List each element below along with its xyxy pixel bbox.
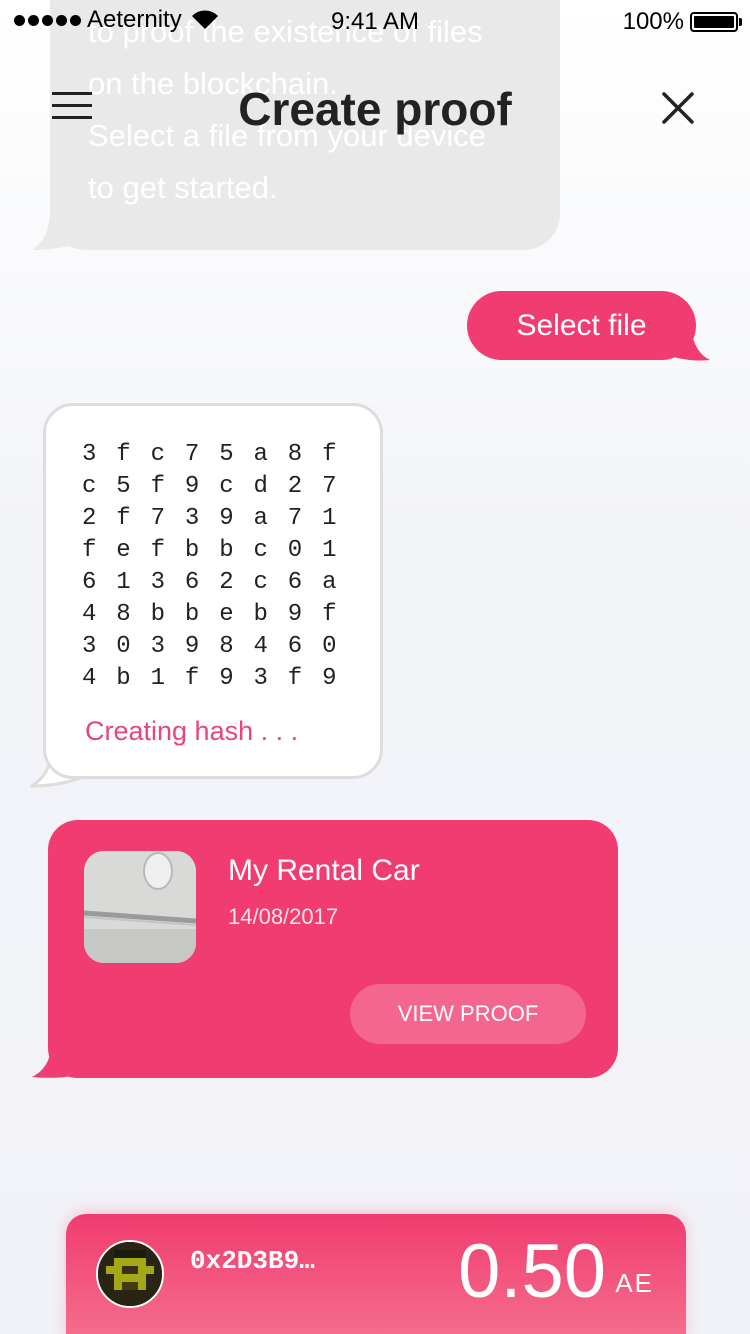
hash-char: 9: [219, 665, 234, 692]
hash-char: 4: [82, 665, 97, 692]
hash-char: b: [184, 601, 200, 628]
hash-char: 7: [322, 473, 337, 500]
intro-line-4: to get started.: [88, 170, 278, 205]
page-title: Create proof: [238, 83, 512, 135]
hash-char: a: [253, 441, 268, 468]
hash-char: 1: [322, 505, 337, 532]
hash-message-bubble: 3fc75a8fc5f9cd272f739a71fefbbc0161362c6a…: [43, 403, 383, 779]
hash-char: f: [116, 505, 131, 532]
hash-char: 4: [253, 633, 268, 660]
proof-card[interactable]: My Rental Car 14/08/2017 VIEW PROOF: [48, 820, 618, 1078]
view-proof-button[interactable]: VIEW PROOF: [350, 984, 586, 1044]
hash-char: 3: [82, 441, 97, 468]
close-icon[interactable]: [660, 90, 696, 126]
intro-bubble-tail: [32, 210, 92, 250]
hash-char: b: [219, 537, 234, 564]
hash-char: 7: [150, 505, 165, 532]
hash-char: 8: [287, 441, 303, 468]
hash-char: 2: [219, 569, 234, 596]
hash-char: 6: [82, 569, 97, 596]
hash-char: f: [82, 537, 97, 564]
battery-icon: [690, 12, 742, 32]
battery-percent: 100%: [622, 8, 684, 35]
hash-char: f: [322, 601, 337, 628]
hash-char: f: [150, 537, 165, 564]
hash-char: 0: [287, 537, 303, 564]
hash-char: f: [116, 441, 131, 468]
wallet-balance: 0.50: [458, 1229, 606, 1314]
hash-char: a: [322, 569, 337, 596]
hash-char: f: [322, 441, 337, 468]
hash-char: 1: [116, 569, 131, 596]
hash-char: c: [150, 441, 165, 468]
proof-thumbnail-image: [84, 851, 196, 963]
hash-char: 0: [322, 633, 337, 660]
status-bar: Aeternity 9:41 AM 100%: [0, 0, 750, 40]
hash-char: b: [184, 537, 200, 564]
hash-char: 6: [287, 569, 303, 596]
hash-char: 8: [116, 601, 131, 628]
hash-char: b: [253, 601, 268, 628]
hash-char: f: [150, 473, 165, 500]
hash-char: 3: [253, 665, 268, 692]
select-file-button[interactable]: Select file: [467, 291, 696, 360]
hash-grid: 3fc75a8fc5f9cd272f739a71fefbbc0161362c6a…: [82, 439, 356, 695]
hash-char: a: [253, 505, 268, 532]
hash-char: 5: [219, 441, 234, 468]
wallet-address: 0x2D3B9…: [190, 1246, 315, 1276]
hash-char: 3: [150, 569, 165, 596]
proof-date: 14/08/2017: [228, 904, 339, 929]
hash-char: e: [219, 601, 234, 628]
hash-char: 7: [184, 441, 200, 468]
hash-char: 3: [82, 633, 97, 660]
hash-char: 2: [82, 505, 97, 532]
hash-char: e: [116, 537, 131, 564]
hash-char: 4: [82, 601, 97, 628]
hash-char: 0: [116, 633, 131, 660]
hash-char: 2: [287, 473, 303, 500]
hash-char: 1: [322, 537, 337, 564]
hash-status-text: Creating hash . . .: [85, 716, 299, 746]
hash-char: 9: [219, 505, 234, 532]
hash-char: b: [150, 601, 165, 628]
hash-char: 9: [184, 633, 200, 660]
hash-char: 1: [150, 665, 165, 692]
hash-char: d: [253, 473, 268, 500]
hash-char: 6: [287, 633, 303, 660]
hash-char: 9: [184, 473, 200, 500]
hash-char: 9: [287, 601, 303, 628]
hash-char: c: [253, 569, 268, 596]
hash-char: 7: [287, 505, 303, 532]
hash-char: 3: [150, 633, 165, 660]
hash-char: f: [184, 665, 200, 692]
hash-char: 5: [116, 473, 131, 500]
hash-char: 9: [322, 665, 337, 692]
wallet-bar[interactable]: 0x2D3B9… 0.50 AE: [66, 1214, 686, 1334]
balance-unit: AE: [615, 1268, 654, 1298]
proof-title: My Rental Car: [228, 854, 420, 887]
hash-char: b: [116, 665, 131, 692]
hash-char: 8: [219, 633, 234, 660]
hash-char: 6: [184, 569, 200, 596]
hash-char: c: [253, 537, 268, 564]
hash-char: 3: [184, 505, 200, 532]
hash-char: c: [219, 473, 234, 500]
hash-char: c: [82, 473, 97, 500]
account-avatar-icon[interactable]: [96, 1240, 164, 1308]
hash-char: f: [287, 665, 303, 692]
